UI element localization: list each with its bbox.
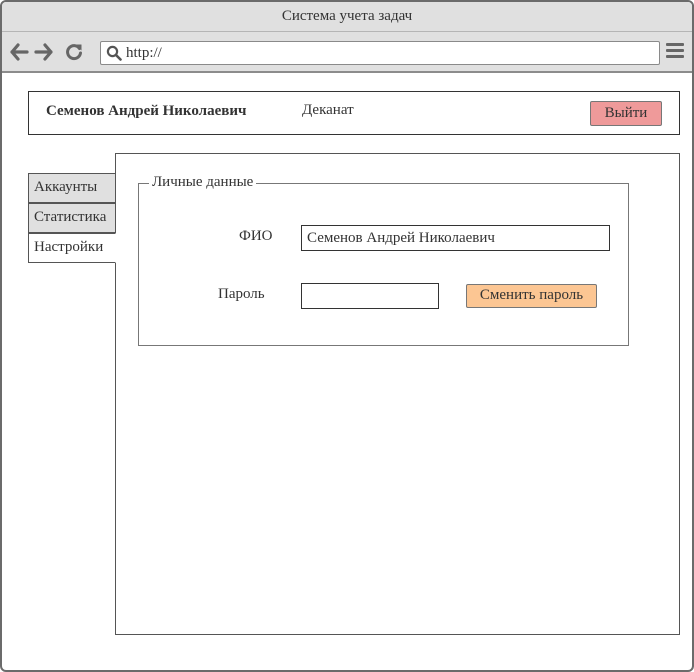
password-label: Пароль <box>218 286 265 302</box>
window-title: Система учета задач <box>2 2 692 32</box>
browser-toolbar <box>2 32 692 73</box>
hamburger-menu-icon[interactable] <box>666 43 686 63</box>
tab-settings[interactable]: Настройки <box>28 233 116 263</box>
reload-icon[interactable] <box>64 42 84 62</box>
fio-field[interactable] <box>301 225 610 251</box>
address-bar[interactable] <box>100 41 660 65</box>
fio-label: ФИО <box>239 228 273 244</box>
user-name: Семенов Андрей Николаевич <box>46 103 247 119</box>
arrow-right-icon[interactable] <box>34 42 54 62</box>
arrow-left-icon[interactable] <box>9 42 29 62</box>
browser-window: Система учета задач Семенов Андрей Никол… <box>0 0 694 672</box>
user-header: Семенов Андрей Николаевич Деканат Выйти <box>28 91 680 135</box>
department-label: Деканат <box>302 102 354 118</box>
personal-data-legend: Личные данные <box>149 174 257 191</box>
tab-statistics[interactable]: Статистика <box>28 203 116 233</box>
change-password-button[interactable]: Сменить пароль <box>466 284 597 308</box>
address-input[interactable] <box>126 43 654 63</box>
logout-button[interactable]: Выйти <box>590 101 662 126</box>
personal-data-group <box>138 183 629 346</box>
tab-accounts[interactable]: Аккаунты <box>28 173 116 203</box>
password-field[interactable] <box>301 283 439 309</box>
search-icon <box>106 45 122 61</box>
